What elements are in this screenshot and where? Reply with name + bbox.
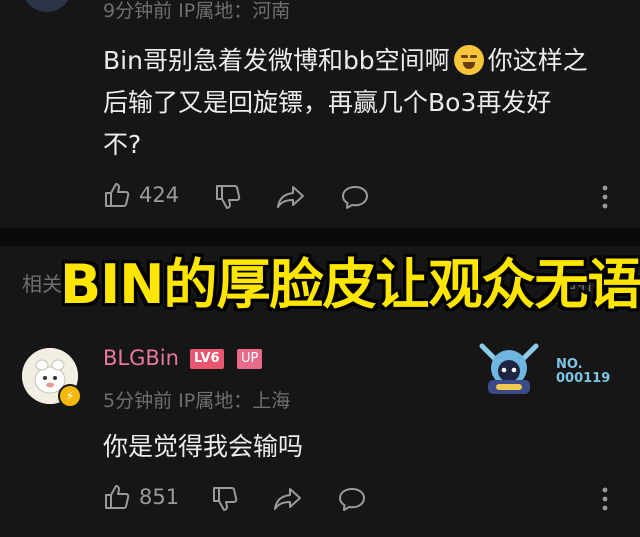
reply-button[interactable] bbox=[340, 184, 370, 210]
more-button[interactable] bbox=[600, 184, 610, 210]
comment-text: 你是觉得我会输吗 bbox=[103, 432, 304, 461]
related-tab[interactable]: 相关 bbox=[22, 268, 62, 297]
comment-text-line2: 后输了又是回旋镖，再赢几个Bo3再发好 bbox=[103, 88, 552, 117]
thumbs-down-icon bbox=[211, 485, 239, 513]
bottom-comment bbox=[0, 322, 640, 537]
avatar[interactable] bbox=[22, 0, 72, 12]
share-icon bbox=[273, 486, 303, 512]
up-badge: UP bbox=[237, 349, 263, 369]
share-button[interactable] bbox=[273, 486, 303, 512]
comment-icon bbox=[340, 184, 370, 210]
thumbs-down-icon bbox=[214, 183, 242, 211]
like-count: 424 bbox=[139, 183, 180, 207]
verified-lightning-icon: ⚡ bbox=[58, 384, 82, 408]
headline-overlay: BIN的厚脸皮让观众无语 bbox=[60, 253, 640, 316]
comment-text-line3: 不? bbox=[103, 130, 142, 159]
comment-meta: 9分钟前 IP属地：河南 bbox=[103, 0, 291, 22]
share-icon bbox=[276, 184, 306, 210]
comment-icon bbox=[337, 486, 367, 512]
fan-badge-image bbox=[474, 340, 544, 396]
fan-number: NO. 000119 bbox=[556, 357, 611, 386]
comment-meta: 5分钟前 IP属地：上海 bbox=[103, 390, 291, 412]
like-button[interactable]: 851 bbox=[103, 483, 179, 511]
reply-button[interactable] bbox=[337, 486, 367, 512]
laughing-emoji-icon bbox=[453, 45, 484, 75]
more-vertical-icon bbox=[600, 486, 610, 512]
more-vertical-icon bbox=[600, 184, 610, 210]
dislike-button[interactable] bbox=[214, 183, 242, 211]
more-button[interactable] bbox=[600, 486, 610, 512]
comment-text-line1: Bin哥别急着发微博和bb空间啊 你这样之 bbox=[103, 45, 588, 75]
username[interactable]: BLGBin bbox=[103, 346, 179, 370]
level-badge: LV6 bbox=[190, 349, 224, 369]
thumbs-up-icon bbox=[103, 181, 131, 209]
like-count: 851 bbox=[139, 485, 180, 509]
thumbs-up-icon bbox=[103, 483, 131, 511]
section-divider bbox=[0, 228, 640, 246]
share-button[interactable] bbox=[276, 184, 306, 210]
dislike-button[interactable] bbox=[211, 485, 239, 513]
like-button[interactable]: 424 bbox=[103, 181, 179, 209]
